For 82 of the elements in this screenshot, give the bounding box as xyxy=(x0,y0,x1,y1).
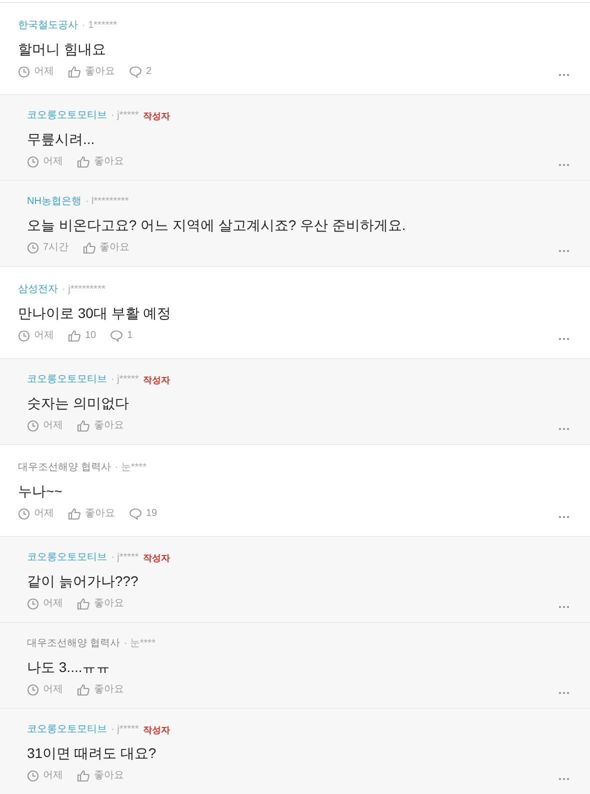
comment-text: 숫자는 의미없다 xyxy=(27,394,130,413)
thumbs-up-icon xyxy=(82,242,96,254)
user-id: · j********* xyxy=(62,283,106,297)
comment-text: 31이면 때려도 대요? xyxy=(27,744,158,763)
clock-icon xyxy=(18,330,30,342)
more-icon[interactable] xyxy=(558,777,570,781)
clock-icon xyxy=(27,420,39,432)
comment-text: 만나이로 30대 부활 예정 xyxy=(18,304,172,323)
user-id: · j***** xyxy=(111,551,139,565)
clock-icon xyxy=(18,66,30,78)
more-icon[interactable] xyxy=(558,515,570,519)
thumbs-up-icon xyxy=(77,156,90,168)
company-name[interactable]: NH농협은행 xyxy=(27,195,82,209)
clock-icon xyxy=(27,598,39,610)
like-button[interactable]: 좋아요 xyxy=(77,155,124,169)
comment-text: 오늘 비온다고요? 어느 지역에 살고계시죠? 우산 준비하게요. xyxy=(27,216,407,235)
time-text: 어제 xyxy=(43,597,63,611)
author-label: 작성자 xyxy=(142,724,170,737)
comment-icon xyxy=(129,66,142,78)
company-name[interactable]: 대우조선해양 협력사 xyxy=(18,461,111,475)
thumbs-up-icon xyxy=(68,66,81,78)
comment-text: 나도 3....ㅠㅠ xyxy=(27,658,112,677)
reply-count-button[interactable]: 1 xyxy=(110,329,133,343)
user-id: · j***** xyxy=(111,723,139,737)
more-icon[interactable] xyxy=(558,605,570,609)
comment-text: 누나~~ xyxy=(18,482,64,501)
reply-count-button[interactable]: 2 xyxy=(129,65,152,79)
like-button[interactable]: 좋아요 xyxy=(77,419,124,433)
time-text: 어제 xyxy=(43,683,63,697)
clock-icon xyxy=(27,770,39,782)
more-icon[interactable] xyxy=(558,691,570,695)
time-text: 7시간 xyxy=(43,241,69,255)
more-icon[interactable] xyxy=(558,337,570,341)
comment-text: 무릎시려... xyxy=(27,130,96,149)
company-name[interactable]: 삼성전자 xyxy=(18,283,58,297)
like-button[interactable]: 좋아요 xyxy=(68,507,115,521)
thumbs-up-icon xyxy=(77,770,90,782)
time-text: 어제 xyxy=(34,65,54,79)
more-icon[interactable] xyxy=(558,73,570,77)
time-text: 어제 xyxy=(34,329,54,343)
like-button[interactable]: 10 xyxy=(68,329,96,343)
user-id: · 눈**** xyxy=(114,461,146,475)
company-name[interactable]: 한국철도공사 xyxy=(18,19,78,33)
more-icon[interactable] xyxy=(558,249,570,253)
thumbs-up-icon xyxy=(68,330,81,342)
like-button[interactable]: 좋아요 xyxy=(77,597,124,611)
time-text: 어제 xyxy=(43,419,63,433)
like-button[interactable]: 좋아요 xyxy=(77,769,124,783)
company-name[interactable]: 코오롱오토모티브 xyxy=(27,109,107,123)
thumbs-up-icon xyxy=(77,684,90,696)
comment-text: 할머니 힘내요 xyxy=(18,40,107,59)
like-button[interactable]: 좋아요 xyxy=(68,65,115,79)
like-button[interactable]: 좋아요 xyxy=(77,683,124,697)
author-label: 작성자 xyxy=(142,374,170,387)
reply-count-button[interactable]: 19 xyxy=(129,507,158,521)
company-name[interactable]: 코오롱오토모티브 xyxy=(27,373,107,387)
comment-icon xyxy=(129,508,142,520)
more-icon[interactable] xyxy=(558,427,570,431)
comment-text: 같이 늙어가나??? xyxy=(27,572,140,591)
thumbs-up-icon xyxy=(77,598,90,610)
more-icon[interactable] xyxy=(558,163,570,167)
like-button[interactable]: 좋아요 xyxy=(82,241,130,255)
time-text: 어제 xyxy=(43,155,63,169)
time-text: 어제 xyxy=(34,507,54,521)
author-label: 작성자 xyxy=(142,110,170,123)
author-label: 작성자 xyxy=(142,552,170,565)
clock-icon xyxy=(18,508,30,520)
company-name[interactable]: 대우조선해양 협력사 xyxy=(27,637,120,651)
user-id: · 눈**** xyxy=(124,637,156,651)
thumbs-up-icon xyxy=(68,508,81,520)
time-text: 어제 xyxy=(43,769,63,783)
clock-icon xyxy=(27,242,39,254)
clock-icon xyxy=(27,684,39,696)
user-id: · 1****** xyxy=(82,19,118,33)
thumbs-up-icon xyxy=(77,420,90,432)
user-id: · l********* xyxy=(85,195,129,209)
company-name[interactable]: 코오롱오토모티브 xyxy=(27,551,107,565)
user-id: · j***** xyxy=(111,373,139,387)
clock-icon xyxy=(27,156,39,168)
user-id: · j***** xyxy=(111,109,139,123)
company-name[interactable]: 코오롱오토모티브 xyxy=(27,723,107,737)
comment-icon xyxy=(110,330,124,342)
